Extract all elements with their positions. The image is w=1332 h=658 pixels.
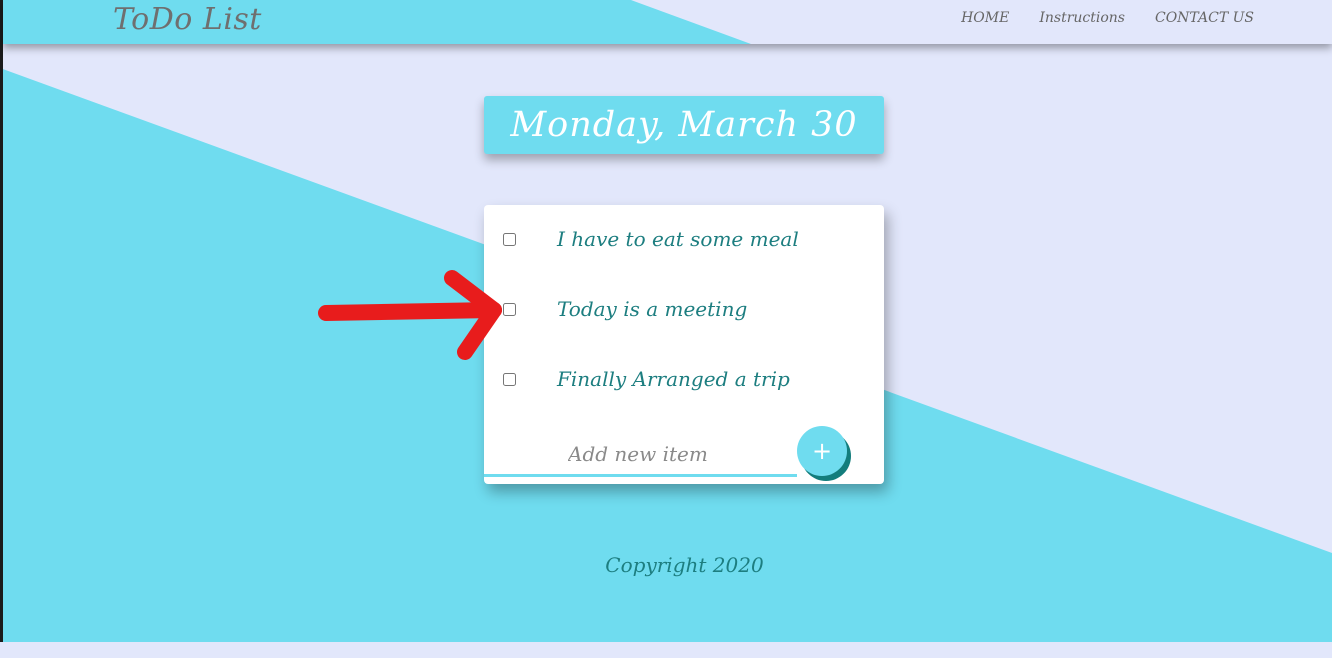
add-item-button[interactable]: +: [797, 426, 847, 476]
nav-menu: HOME Instructions CONTACT US: [961, 10, 1254, 26]
nav-instructions-link[interactable]: Instructions: [1039, 10, 1125, 26]
page: ToDo List HOME Instructions CONTACT US M…: [0, 0, 1332, 658]
todo-checkbox[interactable]: [503, 302, 516, 316]
todo-item-text: Finally Arranged a trip: [557, 367, 790, 391]
add-item-input[interactable]: [484, 433, 797, 477]
copyright-text: Copyright 2020: [605, 553, 764, 577]
brand-logo[interactable]: ToDo List: [113, 0, 262, 40]
todo-card: I have to eat some meal Today is a meeti…: [484, 205, 884, 484]
left-edge: [0, 0, 3, 642]
todo-checkbox[interactable]: [503, 372, 516, 386]
todo-checkbox[interactable]: [503, 232, 516, 246]
date-heading: Monday, March 30: [510, 105, 858, 145]
todo-item: I have to eat some meal: [484, 219, 884, 259]
header-bar: ToDo List HOME Instructions CONTACT US: [3, 0, 1332, 44]
nav-home-link[interactable]: HOME: [961, 10, 1009, 26]
todo-item: Today is a meeting: [484, 289, 884, 329]
todo-item-text: I have to eat some meal: [557, 227, 799, 251]
nav-contact-link[interactable]: CONTACT US: [1155, 10, 1254, 26]
date-box: Monday, March 30: [484, 96, 884, 154]
todo-item: Finally Arranged a trip: [484, 359, 884, 399]
todo-item-text: Today is a meeting: [557, 297, 748, 321]
bottom-strip: [0, 642, 1332, 658]
